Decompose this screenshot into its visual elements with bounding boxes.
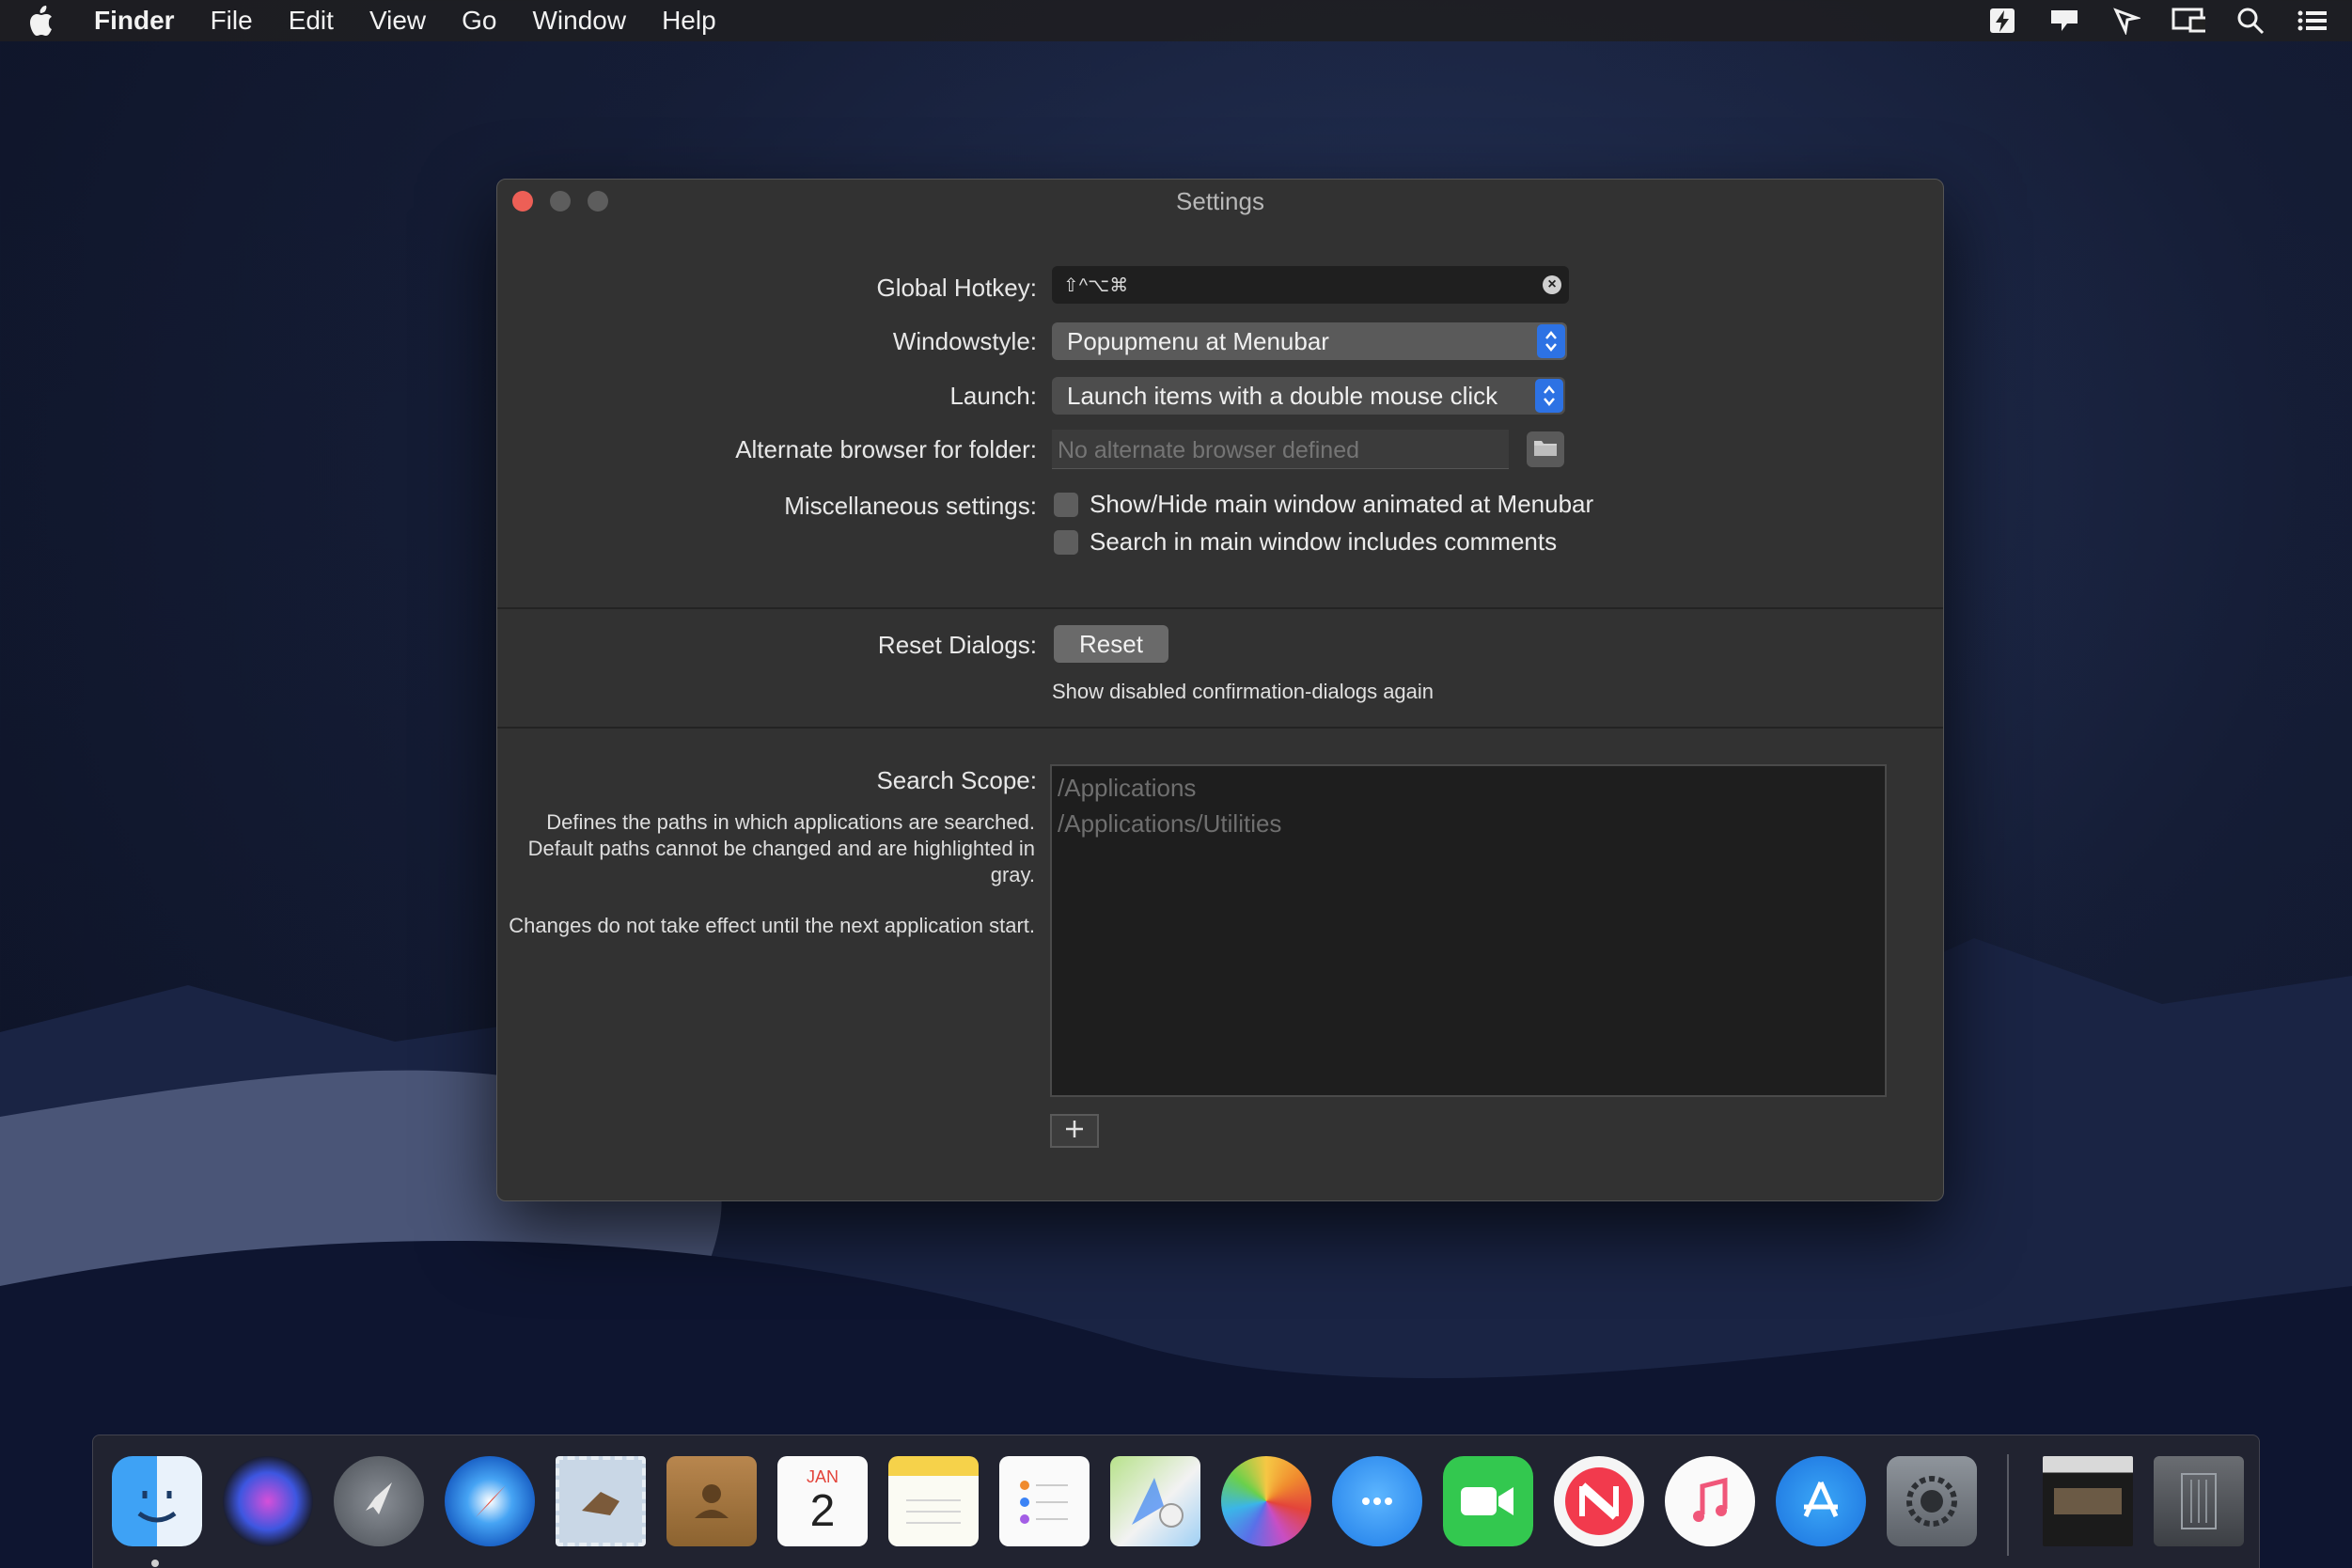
- animated-menubar-checkbox[interactable]: Show/Hide main window animated at Menuba…: [1054, 490, 1593, 519]
- list-item[interactable]: /Applications: [1058, 770, 1879, 806]
- search-comments-checkbox[interactable]: Search in main window includes comments: [1054, 527, 1557, 557]
- search-icon[interactable]: [2234, 4, 2267, 38]
- zoom-button[interactable]: [588, 191, 608, 212]
- status-area: [1985, 0, 2329, 41]
- divider: [497, 727, 1943, 729]
- divider: [497, 607, 1943, 609]
- dock-separator: [2007, 1454, 2009, 1556]
- reset-note: Show disabled confirmation-dialogs again: [1052, 680, 1435, 703]
- safari-icon[interactable]: [445, 1456, 535, 1546]
- launch-popup[interactable]: Launch items with a double mouse click: [1052, 377, 1565, 415]
- calendar-day: 2: [809, 1485, 836, 1536]
- menu-help[interactable]: Help: [662, 6, 716, 36]
- menu-go[interactable]: Go: [462, 6, 496, 36]
- mail-stamp-icon[interactable]: [556, 1456, 646, 1546]
- add-path-button[interactable]: [1050, 1114, 1099, 1148]
- notification-center-icon[interactable]: [2296, 4, 2329, 38]
- apple-menu-icon[interactable]: [26, 4, 60, 38]
- menu-view[interactable]: View: [369, 6, 426, 36]
- running-indicator: [151, 1560, 159, 1567]
- clear-hotkey-icon[interactable]: ×: [1543, 275, 1561, 294]
- siri-icon[interactable]: [223, 1456, 313, 1546]
- choose-folder-button[interactable]: [1527, 431, 1564, 467]
- window-controls: [512, 191, 608, 212]
- trash-icon[interactable]: [2154, 1456, 2244, 1546]
- list-item[interactable]: /Applications/Utilities: [1058, 806, 1879, 841]
- windowstyle-popup[interactable]: Popupmenu at Menubar: [1052, 322, 1567, 360]
- alternate-browser-label: Alternate browser for folder:: [735, 435, 1037, 463]
- checkbox-box[interactable]: [1054, 529, 1078, 555]
- search-scope-list[interactable]: /Applications /Applications/Utilities: [1050, 764, 1887, 1097]
- menu-edit[interactable]: Edit: [289, 6, 334, 36]
- reset-button[interactable]: Reset: [1054, 625, 1168, 663]
- messages-icon[interactable]: [1332, 1456, 1422, 1546]
- window-titlebar[interactable]: Settings: [497, 180, 1943, 223]
- global-hotkey-label: Global Hotkey:: [876, 274, 1037, 302]
- launch-value: Launch items with a double mouse click: [1067, 382, 1498, 410]
- global-hotkey-field[interactable]: ⇧^⌥⌘ ×: [1052, 266, 1569, 304]
- alternate-browser-field[interactable]: No alternate browser defined: [1052, 430, 1509, 469]
- bolt-icon[interactable]: [1985, 4, 2019, 38]
- launch-label: Launch:: [949, 382, 1037, 410]
- minimize-button[interactable]: [550, 191, 571, 212]
- display-icon[interactable]: [2172, 4, 2205, 38]
- search-scope-description: Defines the paths in which applications …: [527, 810, 1035, 886]
- folder-icon: [1533, 438, 1558, 462]
- checkbox-box[interactable]: [1054, 492, 1078, 517]
- menu-window[interactable]: Window: [532, 6, 626, 36]
- calendar-month: JAN: [806, 1466, 839, 1486]
- music-icon[interactable]: [1665, 1456, 1755, 1546]
- checkbox-label: Show/Hide main window animated at Menuba…: [1090, 490, 1594, 518]
- dock: JAN 2: [92, 1435, 2260, 1568]
- close-button[interactable]: [512, 191, 533, 212]
- system-preferences-icon[interactable]: [1887, 1456, 1977, 1546]
- settings-window: Settings Global Hotkey: Windowstyle: Lau…: [496, 179, 1944, 1201]
- alternate-browser-placeholder: No alternate browser defined: [1058, 437, 1360, 463]
- window-title: Settings: [1176, 186, 1264, 215]
- cursor-flag-icon[interactable]: [2109, 4, 2143, 38]
- menu-bar: Finder File Edit View Go Window Help: [0, 0, 2352, 41]
- menu-app-name[interactable]: Finder: [94, 6, 175, 36]
- chevron-updown-icon: [1537, 324, 1565, 358]
- notification-icon[interactable]: [2047, 4, 2081, 38]
- notes-icon[interactable]: [888, 1456, 979, 1546]
- hotkey-value: ⇧^⌥⌘: [1063, 275, 1129, 296]
- contacts-icon[interactable]: [666, 1456, 757, 1546]
- facetime-icon[interactable]: [1443, 1456, 1533, 1546]
- checkbox-label: Search in main window includes comments: [1090, 527, 1558, 556]
- app-store-icon[interactable]: [1776, 1456, 1866, 1546]
- maps-icon[interactable]: [1110, 1456, 1200, 1546]
- launchpad-icon[interactable]: [334, 1456, 424, 1546]
- menu-file[interactable]: File: [211, 6, 253, 36]
- chevron-updown-icon: [1535, 379, 1563, 413]
- misc-settings-label: Miscellaneous settings:: [784, 492, 1037, 520]
- news-icon[interactable]: [1554, 1456, 1644, 1546]
- calendar-icon[interactable]: JAN 2: [777, 1456, 868, 1546]
- search-scope-label: Search Scope:: [876, 766, 1037, 794]
- finder-icon[interactable]: [112, 1456, 202, 1546]
- plus-icon: [1064, 1119, 1085, 1144]
- windowstyle-value: Popupmenu at Menubar: [1067, 327, 1329, 355]
- downloads-stack-icon[interactable]: [2043, 1456, 2133, 1546]
- reminders-icon[interactable]: [999, 1456, 1090, 1546]
- search-scope-restart-note: Changes do not take effect until the nex…: [509, 914, 1035, 937]
- windowstyle-label: Windowstyle:: [892, 327, 1037, 355]
- reset-dialogs-label: Reset Dialogs:: [877, 631, 1037, 659]
- photos-icon[interactable]: [1221, 1456, 1311, 1546]
